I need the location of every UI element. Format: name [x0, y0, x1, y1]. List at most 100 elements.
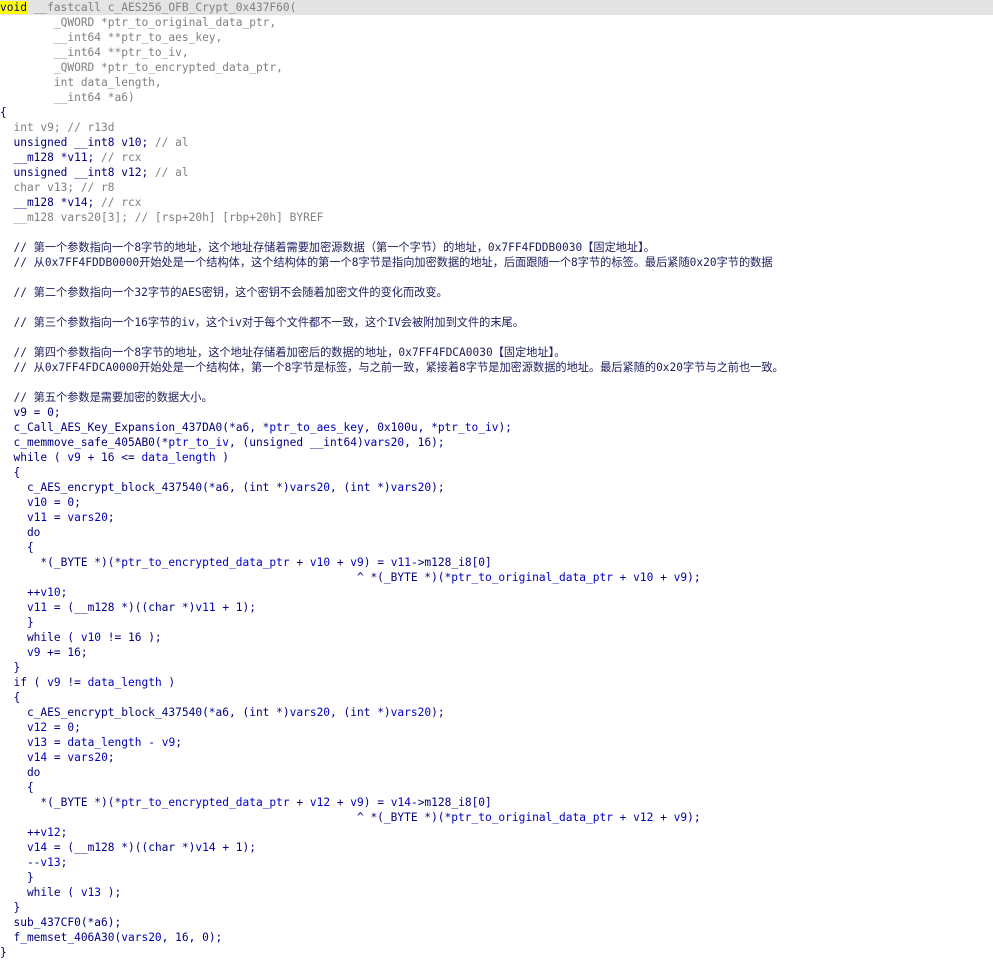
code-line[interactable]: c_AES_encrypt_block_437540(*a6, (int *)v… — [0, 705, 993, 720]
code-identifier[interactable]: v9 — [27, 646, 40, 659]
code-line[interactable] — [0, 270, 993, 285]
code-line[interactable]: ++v12; — [0, 825, 993, 840]
code-line[interactable]: char v13; // r8 — [0, 180, 993, 195]
code-line[interactable]: v11 = vars20; — [0, 510, 993, 525]
code-identifier[interactable]: v10 — [310, 556, 330, 569]
code-line[interactable]: f_memset_406A30(vars20, 16, 0); — [0, 930, 993, 945]
code-line[interactable]: // 从0x7FF4FDDB0000开始处是一个结构体，这个结构体的第一个8字节… — [0, 255, 993, 270]
code-line[interactable]: { — [0, 690, 993, 705]
code-line[interactable]: v13 = data_length - v9; — [0, 735, 993, 750]
code-line[interactable]: v10 = 0; — [0, 495, 993, 510]
code-line[interactable]: } — [0, 945, 993, 960]
code-line[interactable]: *(_BYTE *)(*ptr_to_encrypted_data_ptr + … — [0, 555, 993, 570]
code-line[interactable]: { — [0, 780, 993, 795]
code-line[interactable]: c_memmove_safe_405AB0(*ptr_to_iv, (unsig… — [0, 435, 993, 450]
code-line[interactable]: // 第五个参数是需要加密的数据大小。 — [0, 390, 993, 405]
code-identifier[interactable]: vars20 — [67, 751, 107, 764]
code-identifier[interactable]: v11 — [27, 601, 47, 614]
code-line[interactable]: _QWORD *ptr_to_original_data_ptr, — [0, 15, 993, 30]
code-identifier[interactable]: v9 — [350, 796, 363, 809]
code-identifier[interactable]: ptr_to_original_data_ptr — [451, 571, 613, 584]
code-identifier[interactable]: ptr_to_original_data_ptr — [451, 811, 613, 824]
code-line[interactable]: v9 += 16; — [0, 645, 993, 660]
code-line[interactable]: __int64 *a6) — [0, 90, 993, 105]
code-identifier[interactable]: v10 — [27, 496, 47, 509]
code-identifier[interactable]: v11 — [195, 601, 215, 614]
code-identifier[interactable]: vars20 — [67, 511, 107, 524]
code-line[interactable]: { — [0, 465, 993, 480]
code-line[interactable]: __m128 vars20[3]; // [rsp+20h] [rbp+20h]… — [0, 210, 993, 225]
code-identifier[interactable]: v10 — [633, 571, 653, 584]
code-identifier[interactable]: v12 — [40, 826, 60, 839]
code-identifier[interactable]: vars20 — [391, 706, 431, 719]
code-line[interactable]: ^ *(_BYTE *)(*ptr_to_original_data_ptr +… — [0, 570, 993, 585]
code-line[interactable] — [0, 225, 993, 240]
code-line[interactable]: do — [0, 525, 993, 540]
code-line[interactable]: if ( v9 != data_length ) — [0, 675, 993, 690]
code-line[interactable]: ++v10; — [0, 585, 993, 600]
code-line[interactable] — [0, 300, 993, 315]
code-identifier[interactable]: v13 — [81, 886, 101, 899]
code-line[interactable]: unsigned __int8 v12; // al — [0, 165, 993, 180]
code-identifier[interactable]: v12 — [633, 811, 653, 824]
code-line[interactable]: } — [0, 870, 993, 885]
code-line[interactable]: v12 = 0; — [0, 720, 993, 735]
code-identifier[interactable]: v14 — [195, 841, 215, 854]
code-line[interactable]: c_AES_encrypt_block_437540(*a6, (int *)v… — [0, 480, 993, 495]
code-identifier[interactable]: v13 — [40, 856, 60, 869]
code-line[interactable]: // 第三个参数指向一个16字节的iv，这个iv对于每个文件都不一致，这个IV会… — [0, 315, 993, 330]
code-identifier[interactable]: data_length — [67, 736, 141, 749]
code-line[interactable]: } — [0, 900, 993, 915]
code-identifier[interactable]: data_length — [88, 676, 162, 689]
code-line[interactable] — [0, 330, 993, 345]
code-identifier[interactable]: v14 — [27, 751, 47, 764]
code-identifier[interactable]: v9 — [350, 556, 363, 569]
code-line[interactable]: } — [0, 615, 993, 630]
code-line[interactable]: _QWORD *ptr_to_encrypted_data_ptr, — [0, 60, 993, 75]
code-identifier[interactable]: v14 — [391, 796, 411, 809]
code-identifier[interactable]: v9 — [674, 571, 687, 584]
code-line[interactable]: v14 = vars20; — [0, 750, 993, 765]
code-line[interactable]: int v9; // r13d — [0, 120, 993, 135]
code-identifier[interactable]: v10 — [40, 586, 60, 599]
code-line[interactable]: c_Call_AES_Key_Expansion_437DA0(*a6, *pt… — [0, 420, 993, 435]
code-identifier[interactable]: vars20 — [121, 931, 161, 944]
code-identifier[interactable]: v13 — [27, 736, 47, 749]
code-line[interactable]: __int64 **ptr_to_iv, — [0, 45, 993, 60]
code-identifier[interactable]: v12 — [27, 721, 47, 734]
code-identifier[interactable]: vars20 — [290, 706, 330, 719]
code-identifier[interactable]: v9 — [67, 451, 80, 464]
code-line[interactable]: sub_437CF0(*a6); — [0, 915, 993, 930]
code-line[interactable]: __int64 **ptr_to_aes_key, — [0, 30, 993, 45]
code-identifier[interactable]: v11 — [391, 556, 411, 569]
code-identifier[interactable]: v9 — [674, 811, 687, 824]
code-line[interactable]: { — [0, 540, 993, 555]
code-line[interactable]: // 第一个参数指向一个8字节的地址，这个地址存储着需要加密源数据（第一个字节）… — [0, 240, 993, 255]
code-identifier[interactable]: vars20 — [290, 481, 330, 494]
code-line[interactable]: --v13; — [0, 855, 993, 870]
code-line[interactable]: v9 = 0; — [0, 405, 993, 420]
code-identifier[interactable]: ptr_to_encrypted_data_ptr — [121, 796, 289, 809]
code-line[interactable]: } — [0, 660, 993, 675]
code-identifier[interactable]: ptr_to_aes_key — [269, 421, 363, 434]
code-identifier[interactable]: ptr_to_iv — [168, 436, 229, 449]
code-identifier[interactable]: v9 — [47, 676, 60, 689]
code-line[interactable] — [0, 375, 993, 390]
code-line[interactable]: while ( v10 != 16 ); — [0, 630, 993, 645]
code-identifier[interactable]: v12 — [310, 796, 330, 809]
code-identifier[interactable]: vars20 — [391, 481, 431, 494]
pseudocode-view[interactable]: void __fastcall c_AES256_OFB_Crypt_0x437… — [0, 0, 993, 969]
code-identifier[interactable]: v10 — [81, 631, 101, 644]
code-line[interactable]: v14 = (__m128 *)((char *)v14 + 1); — [0, 840, 993, 855]
code-line[interactable]: __m128 *v14; // rcx — [0, 195, 993, 210]
code-identifier[interactable]: v14 — [27, 841, 47, 854]
code-line[interactable]: // 第二个参数指向一个32字节的AES密钥，这个密钥不会随着加密文件的变化而改… — [0, 285, 993, 300]
code-line[interactable]: unsigned __int8 v10; // al — [0, 135, 993, 150]
code-line[interactable]: { — [0, 105, 993, 120]
code-line[interactable]: int data_length, — [0, 75, 993, 90]
code-line[interactable]: do — [0, 765, 993, 780]
code-identifier[interactable]: v11 — [27, 511, 47, 524]
code-line[interactable]: // 第四个参数指向一个8字节的地址，这个地址存储着加密后的数据的地址，0x7F… — [0, 345, 993, 360]
code-line[interactable]: // 从0x7FF4FDCA0000开始处是一个结构体，第一个8字节是标签，与之… — [0, 360, 993, 375]
code-line[interactable]: __m128 *v11; // rcx — [0, 150, 993, 165]
